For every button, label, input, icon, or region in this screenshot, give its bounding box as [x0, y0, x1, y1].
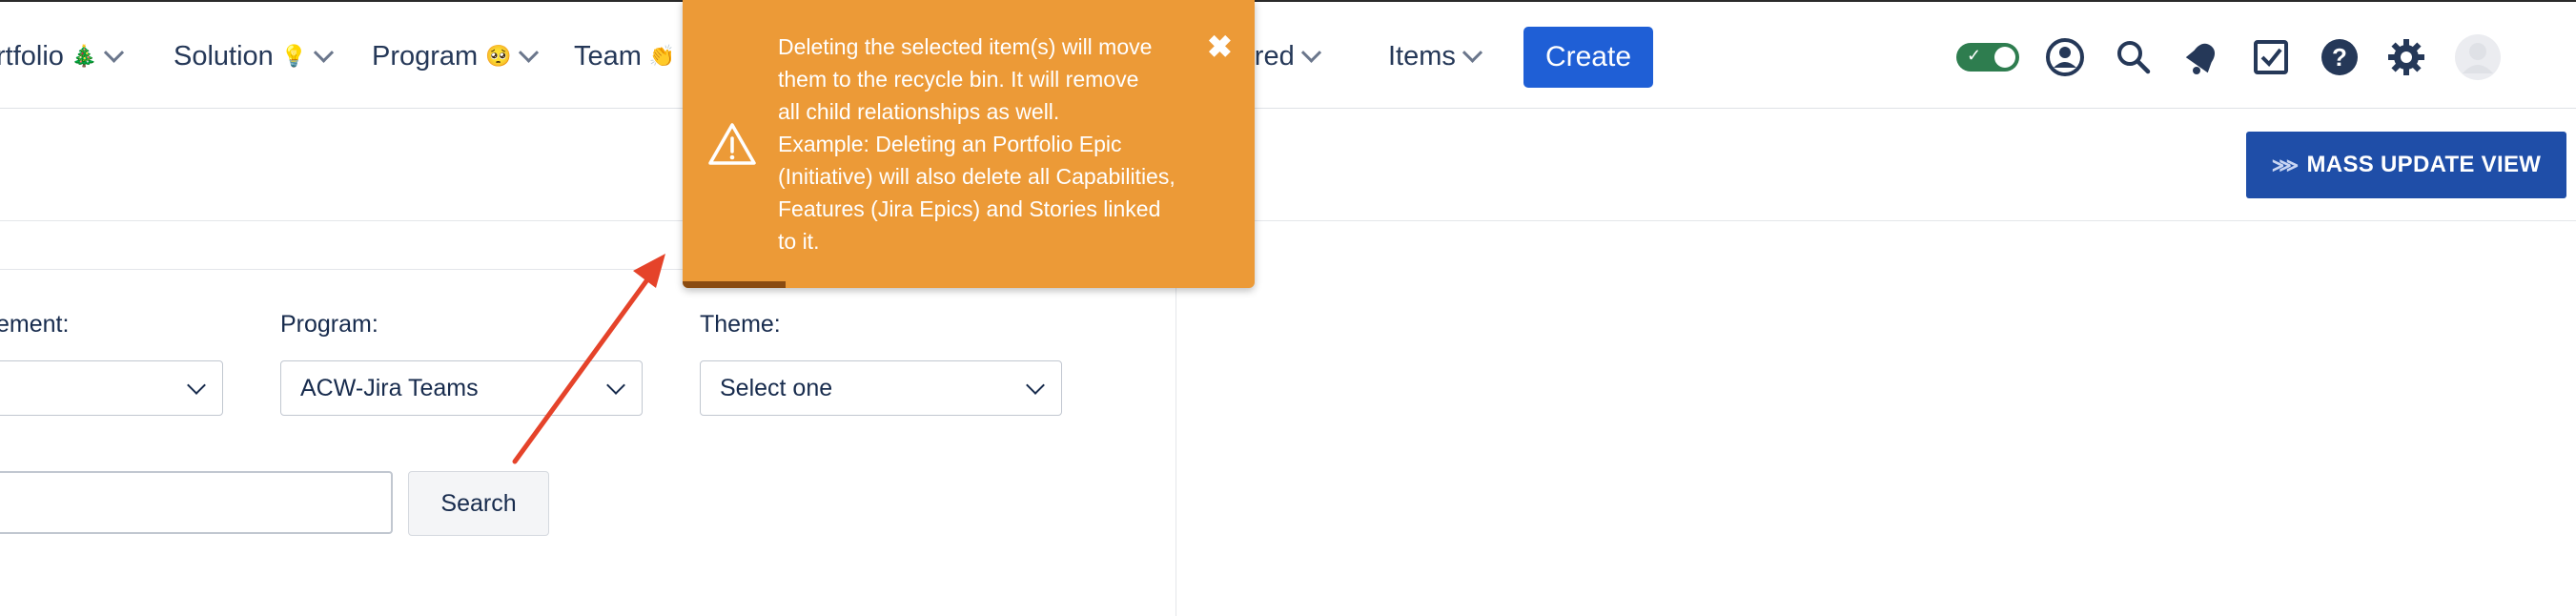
toast-line: Deleting the selected item(s) will move [778, 34, 1153, 59]
toast-line: Example: Deleting an Portfolio Epic [778, 132, 1122, 156]
toast-line: to it. [778, 229, 820, 254]
toast-line: Features (Jira Epics) and Stories linked [778, 196, 1161, 221]
warning-toast: Deleting the selected item(s) will move … [683, 0, 1255, 288]
toast-line: (Initiative) will also delete all Capabi… [778, 164, 1176, 189]
toast-message: Deleting the selected item(s) will move … [778, 31, 1216, 257]
annotation-arrow [512, 254, 665, 464]
toast-progress-bar [683, 281, 786, 288]
close-icon[interactable]: ✖ [1207, 29, 1233, 65]
toast-line: them to the recycle bin. It will remove [778, 67, 1139, 92]
toast-line: all child relationships as well. [778, 99, 1060, 124]
warning-triangle-icon [708, 123, 756, 165]
